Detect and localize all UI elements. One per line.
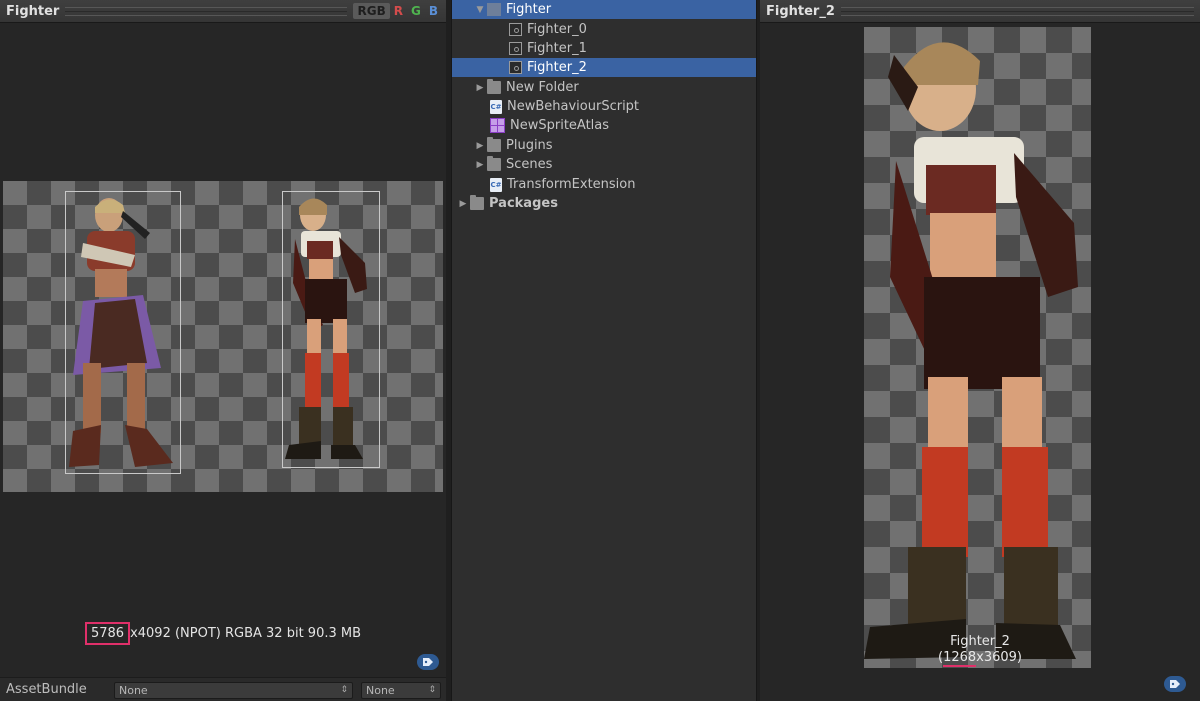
folder-icon xyxy=(487,156,501,171)
tree-item-label: Packages xyxy=(489,196,558,211)
asset-labels-button[interactable] xyxy=(417,654,439,670)
texture-preview-panel: Fighter RGB R G B 5786 x4092 (NPOT) RGBA… xyxy=(0,0,446,701)
dropdown-arrow-icon: ⇕ xyxy=(340,685,348,695)
tree-item-scenes[interactable]: ▶ Scenes xyxy=(452,155,756,174)
foldout-collapsed-icon[interactable]: ▶ xyxy=(458,199,468,209)
asset-bundle-variant-dropdown[interactable]: None ⇕ xyxy=(361,682,441,699)
channel-b-toggle[interactable]: B xyxy=(425,3,442,19)
asset-bundle-bar: AssetBundle None ⇕ None ⇕ xyxy=(0,677,446,701)
fighter-2-sprite-preview xyxy=(864,42,1078,659)
tag-icon xyxy=(423,658,433,666)
tree-item-fighter-0[interactable]: Fighter_0 xyxy=(452,20,756,39)
asset-bundle-label: AssetBundle xyxy=(6,682,87,697)
tree-item-label: Fighter xyxy=(506,2,552,17)
asset-bundle-name-value: None xyxy=(119,684,148,697)
tree-item-label: NewSpriteAtlas xyxy=(510,118,610,133)
texture-preview-header: Fighter RGB R G B xyxy=(0,0,446,23)
tree-item-label: Fighter_0 xyxy=(527,22,587,37)
sprite-caption-dims: (1268x3609) xyxy=(760,650,1200,667)
sprite-preview-title: Fighter_2 xyxy=(766,3,835,19)
channel-r-toggle[interactable]: R xyxy=(390,3,407,19)
sprite-icon xyxy=(509,61,522,74)
tree-item-label: Fighter_2 xyxy=(527,60,587,75)
sprite-preview-header: Fighter_2 xyxy=(760,0,1200,23)
foldout-collapsed-icon[interactable]: ▶ xyxy=(475,160,485,170)
tree-item-new-sprite-atlas[interactable]: NewSpriteAtlas xyxy=(452,116,756,135)
texture-preview-title: Fighter xyxy=(6,3,60,19)
channel-g-toggle[interactable]: G xyxy=(407,3,425,19)
sprite-icon xyxy=(509,23,522,36)
tree-item-fighter-2[interactable]: Fighter_2 xyxy=(452,58,756,77)
header-drag-grip[interactable] xyxy=(840,6,1194,16)
foldout-collapsed-icon[interactable]: ▶ xyxy=(475,141,485,151)
project-browser-panel: ▼ Fighter Fighter_0 Fighter_1 Fighter_2 … xyxy=(451,0,757,701)
asset-bundle-name-dropdown[interactable]: None ⇕ xyxy=(114,682,353,699)
sprite-icon xyxy=(509,42,522,55)
sprite-preview-canvas[interactable] xyxy=(864,27,1091,668)
fighter-female-sprite xyxy=(285,198,367,459)
highlighted-width: 5786 xyxy=(84,622,131,645)
folder-icon xyxy=(487,79,501,94)
dropdown-arrow-icon: ⇕ xyxy=(428,685,436,695)
asset-labels-button[interactable] xyxy=(1164,676,1186,692)
tree-item-label: TransformExtension xyxy=(507,177,636,192)
sprite-caption-name: Fighter_2 xyxy=(950,634,1010,649)
csharp-script-icon: C# xyxy=(490,177,502,192)
texture-info-rest: x4092 (NPOT) RGBA 32 bit 90.3 MB xyxy=(130,626,362,641)
highlighted-sprite-width: 1268 xyxy=(943,650,977,667)
sprite-atlas-icon xyxy=(490,118,505,133)
tree-item-label: Scenes xyxy=(506,157,553,172)
tree-item-label: NewBehaviourScript xyxy=(507,99,640,114)
sprite-preview-panel: Fighter_2 Fighter_2 (1268x3609) xyxy=(760,0,1200,701)
folder-icon xyxy=(470,195,484,210)
fighter-male-sprite xyxy=(69,198,173,467)
folder-icon xyxy=(487,137,501,152)
channel-toggle-group: RGB R G B xyxy=(353,3,442,19)
caption-dims-rest: x3609) xyxy=(976,650,1023,665)
sprite-caption: Fighter_2 (1268x3609) xyxy=(760,634,1200,667)
foldout-collapsed-icon[interactable]: ▶ xyxy=(475,83,485,93)
tree-item-fighter[interactable]: ▼ Fighter xyxy=(452,0,756,19)
tree-item-transform-extension[interactable]: C# TransformExtension xyxy=(452,175,756,194)
tree-item-fighter-1[interactable]: Fighter_1 xyxy=(452,39,756,58)
tree-item-label: New Folder xyxy=(506,80,579,95)
tree-item-new-folder[interactable]: ▶ New Folder xyxy=(452,78,756,97)
tree-item-packages[interactable]: ▶ Packages xyxy=(452,194,756,213)
csharp-script-icon: C# xyxy=(490,99,502,114)
tree-item-plugins[interactable]: ▶ Plugins xyxy=(452,136,756,155)
asset-bundle-variant-value: None xyxy=(366,684,395,697)
tag-icon xyxy=(1170,680,1180,688)
texture-canvas[interactable] xyxy=(3,181,443,492)
tree-item-label: Plugins xyxy=(506,138,553,153)
texture-icon xyxy=(487,3,501,16)
tree-item-label: Fighter_1 xyxy=(527,41,587,56)
texture-info-text: 5786 x4092 (NPOT) RGBA 32 bit 90.3 MB xyxy=(0,622,446,645)
foldout-expanded-icon[interactable]: ▼ xyxy=(475,5,485,15)
header-drag-grip[interactable] xyxy=(65,6,348,16)
channel-rgb-toggle[interactable]: RGB xyxy=(353,3,390,19)
tree-item-new-behaviour-script[interactable]: C# NewBehaviourScript xyxy=(452,97,756,116)
